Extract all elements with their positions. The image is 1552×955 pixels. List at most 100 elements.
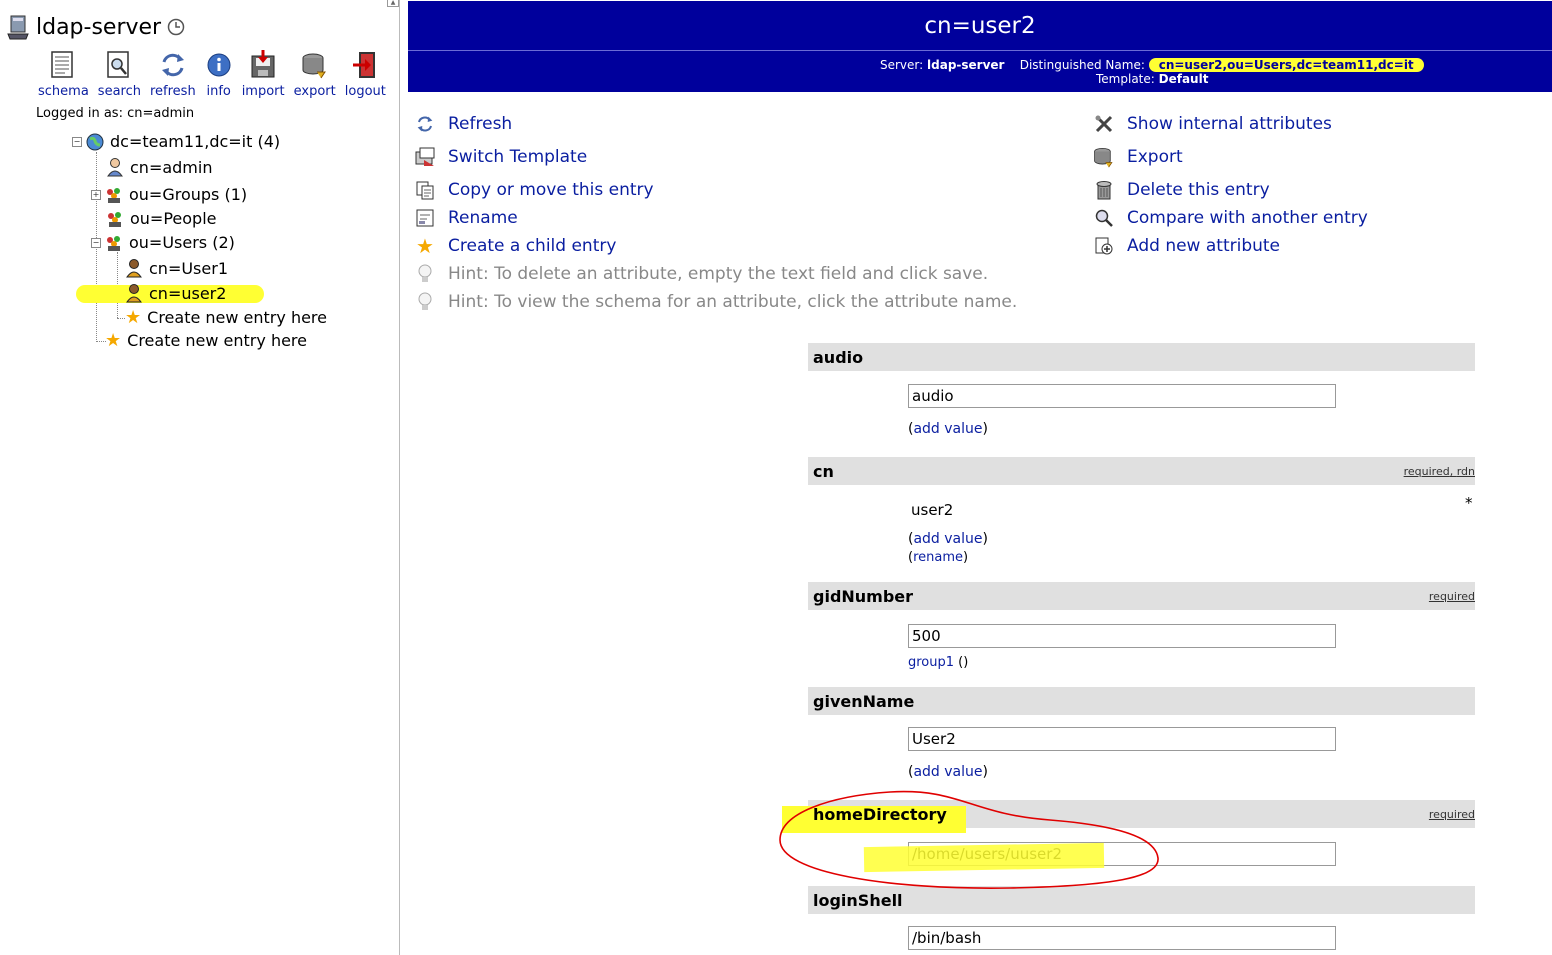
rdn-badge[interactable]: rdn xyxy=(1457,465,1475,478)
admin-user-icon xyxy=(107,158,123,177)
toolbar-label: import xyxy=(241,84,285,99)
attr-name[interactable]: gidNumber xyxy=(813,587,913,606)
loginshell-input[interactable] xyxy=(908,926,1336,950)
server-icon xyxy=(7,15,29,40)
attr-header-cn: cn required, rdn xyxy=(808,457,1475,485)
show-internal-link[interactable]: Show internal attributes xyxy=(1093,113,1332,135)
dn-value: cn=user2,ou=Users,dc=team11,dc=it xyxy=(1148,58,1424,72)
server-header: ldap-server xyxy=(6,14,185,40)
hint-text: Hint: To view the schema for an attribut… xyxy=(448,292,1018,312)
group-icon xyxy=(107,187,120,203)
import-icon xyxy=(251,50,275,78)
annotation-circle xyxy=(779,790,1159,889)
action-label[interactable]: Export xyxy=(1127,147,1183,167)
attr-name[interactable]: homeDirectory xyxy=(813,805,947,824)
tree-label[interactable]: ou=People xyxy=(130,209,217,228)
toolbar-label: search xyxy=(97,84,141,99)
info-icon xyxy=(207,53,231,77)
switch-template-link[interactable]: Switch Template xyxy=(414,146,587,168)
action-label[interactable]: Delete this entry xyxy=(1127,180,1270,200)
lightbulb-icon xyxy=(418,264,432,282)
add-value-link[interactable]: add value xyxy=(913,531,982,547)
switch-template-icon xyxy=(415,147,435,166)
action-label[interactable]: Compare with another entry xyxy=(1127,208,1368,228)
attr-name[interactable]: givenName xyxy=(813,692,914,711)
copy-move-link[interactable]: Copy or move this entry xyxy=(414,179,654,201)
tree-item-create-root[interactable]: ★ Create new entry here xyxy=(105,330,307,351)
rename-link[interactable]: rename xyxy=(913,550,963,565)
givenname-input[interactable] xyxy=(908,727,1336,751)
required-badge[interactable]: required xyxy=(1404,465,1450,478)
rename-icon xyxy=(416,209,434,227)
delete-entry-link[interactable]: Delete this entry xyxy=(1093,179,1270,201)
tree-label[interactable]: ou=Users (2) xyxy=(129,233,235,252)
toolbar-label: export xyxy=(293,84,336,99)
info-button[interactable]: info xyxy=(205,50,233,99)
action-label[interactable]: Create a child entry xyxy=(448,236,616,256)
compare-link[interactable]: Compare with another entry xyxy=(1093,207,1368,229)
tree-label[interactable]: dc=team11,dc=it (4) xyxy=(110,132,280,151)
action-label[interactable]: Add new attribute xyxy=(1127,236,1280,256)
entry-title: cn=user2 xyxy=(924,13,1036,39)
clock-icon[interactable] xyxy=(167,18,185,36)
action-label[interactable]: Show internal attributes xyxy=(1127,114,1332,134)
cn-add-value: (add value) xyxy=(908,531,988,547)
create-child-link[interactable]: ★ Create a child entry xyxy=(414,234,616,258)
attr-badges: required, rdn xyxy=(1403,465,1475,478)
tree-item-admin[interactable]: cn=admin xyxy=(106,157,212,177)
tools-icon xyxy=(1095,115,1113,133)
export-button[interactable]: export xyxy=(294,50,336,99)
required-badge[interactable]: required xyxy=(1429,590,1475,603)
add-value-link[interactable]: add value xyxy=(913,421,982,437)
tree-label[interactable]: Create new entry here xyxy=(127,331,307,350)
toolbar: schema search refresh info import export… xyxy=(38,50,395,99)
cn-value: user2 xyxy=(911,501,954,519)
action-label[interactable]: Switch Template xyxy=(448,147,587,167)
tree-item-people[interactable]: ou=People xyxy=(106,209,217,228)
hint-delete: Hint: To delete an attribute, empty the … xyxy=(414,263,988,285)
refresh-button[interactable]: refresh xyxy=(150,50,196,99)
tree-root[interactable]: − dc=team11,dc=it (4) xyxy=(72,132,280,151)
attr-name[interactable]: cn xyxy=(813,462,834,481)
audio-input[interactable] xyxy=(908,384,1336,408)
rdn-marker: * xyxy=(1465,494,1473,512)
action-label[interactable]: Rename xyxy=(448,208,518,228)
tree-item-create-child[interactable]: ★ Create new entry here xyxy=(125,307,327,328)
action-label[interactable]: Refresh xyxy=(448,114,512,134)
compare-icon xyxy=(1095,209,1113,227)
attr-name[interactable]: audio xyxy=(813,348,863,367)
gidnumber-input[interactable] xyxy=(908,624,1336,648)
import-button[interactable]: import xyxy=(242,50,285,99)
action-label[interactable]: Copy or move this entry xyxy=(448,180,654,200)
refresh-link[interactable]: Refresh xyxy=(414,113,512,135)
cn-rename: (rename) xyxy=(908,550,969,565)
collapse-toggle[interactable]: − xyxy=(91,237,101,248)
search-icon xyxy=(107,51,130,78)
template-line: Template: Default xyxy=(1096,72,1208,86)
export-icon xyxy=(1094,147,1113,168)
export-link[interactable]: Export xyxy=(1093,146,1183,168)
tree-item-user1[interactable]: cn=User1 xyxy=(125,258,228,278)
tree-label[interactable]: cn=User1 xyxy=(149,259,228,278)
schema-button[interactable]: schema xyxy=(38,50,89,99)
refresh-icon xyxy=(161,53,184,77)
tree-label[interactable]: Create new entry here xyxy=(147,308,327,327)
search-button[interactable]: search xyxy=(98,50,141,99)
tree-item-groups[interactable]: + ou=Groups (1) xyxy=(91,185,247,204)
collapse-pane-button[interactable]: ▲ xyxy=(387,0,399,7)
expand-toggle[interactable]: + xyxy=(91,189,101,200)
tree-label[interactable]: ou=Groups (1) xyxy=(129,185,247,204)
user-icon xyxy=(126,284,142,303)
required-badge[interactable]: required xyxy=(1429,808,1475,821)
user-icon xyxy=(126,259,142,278)
tree-item-user2[interactable]: cn=user2 xyxy=(125,283,226,303)
tree-label[interactable]: cn=admin xyxy=(130,158,212,177)
collapse-toggle[interactable]: − xyxy=(72,136,82,147)
tree-item-users[interactable]: − ou=Users (2) xyxy=(91,233,235,252)
add-attribute-link[interactable]: Add new attribute xyxy=(1093,235,1280,257)
group-link[interactable]: group1 xyxy=(908,655,954,670)
tree-label[interactable]: cn=user2 xyxy=(149,284,226,303)
rename-link[interactable]: Rename xyxy=(414,207,518,229)
logout-button[interactable]: logout xyxy=(345,50,386,99)
server-name[interactable]: ldap-server xyxy=(36,15,161,40)
